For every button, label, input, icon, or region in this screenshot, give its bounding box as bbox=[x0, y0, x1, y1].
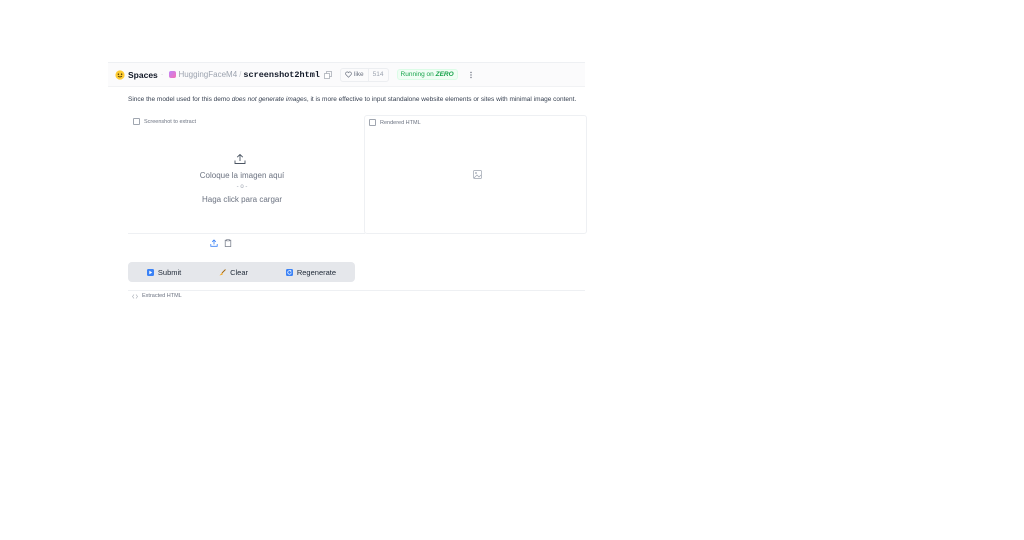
like-button[interactable]: like bbox=[341, 68, 369, 81]
extracted-html-label: Extracted HTML bbox=[132, 293, 182, 299]
image-placeholder-icon bbox=[473, 170, 482, 179]
description: Since the model used for this demo does … bbox=[128, 96, 576, 103]
like-widget: like 514 bbox=[339, 67, 389, 82]
spaces-link[interactable]: Spaces bbox=[128, 70, 158, 80]
description-text-start: Since the model used for this demo bbox=[128, 96, 232, 103]
clear-button[interactable]: Clear bbox=[219, 268, 248, 277]
image-dropzone[interactable]: Coloque la imagen aquí - o - Haga click … bbox=[128, 115, 365, 234]
hugging-face-logo-icon[interactable] bbox=[115, 69, 125, 80]
play-icon bbox=[146, 268, 154, 276]
clipboard-source-icon[interactable] bbox=[224, 239, 232, 247]
description-text-end: , it is more effective to input standalo… bbox=[306, 96, 577, 103]
space-header: Spaces · HuggingFaceM4 / screenshot2html… bbox=[108, 63, 585, 87]
heart-icon bbox=[345, 71, 352, 78]
clear-button-label: Clear bbox=[230, 267, 249, 277]
regenerate-button-label: Regenerate bbox=[296, 267, 337, 277]
upload-icon bbox=[234, 153, 246, 164]
space-name-link[interactable]: screenshot2html bbox=[243, 70, 320, 80]
submit-button-label: Submit bbox=[157, 267, 182, 277]
drop-text: Coloque la imagen aquí bbox=[199, 171, 285, 180]
owner-link[interactable]: HuggingFaceM4 bbox=[178, 70, 237, 79]
refresh-icon bbox=[285, 268, 293, 276]
code-icon bbox=[132, 293, 138, 299]
owner-avatar bbox=[169, 71, 177, 78]
input-source-toolbar bbox=[210, 239, 232, 247]
click-to-upload-text: Haga click para cargar bbox=[201, 195, 283, 204]
action-button-group: Submit Clear Regenerate bbox=[128, 262, 355, 282]
broom-icon bbox=[219, 268, 226, 275]
hardware-name: ZERO bbox=[435, 71, 454, 78]
upload-source-icon[interactable] bbox=[210, 239, 218, 247]
screenshot-input-panel: Screenshot to extract Coloque la imagen … bbox=[128, 115, 365, 235]
running-prefix: Running on bbox=[400, 71, 434, 78]
submit-button[interactable]: Submit bbox=[146, 267, 182, 277]
rendered-html-panel: Rendered HTML bbox=[364, 115, 587, 234]
rendered-html-label: Rendered HTML bbox=[369, 119, 421, 126]
description-emphasis: does not generate images bbox=[231, 96, 307, 103]
rendered-html-label-text: Rendered HTML bbox=[380, 119, 421, 126]
copy-icon[interactable] bbox=[324, 70, 332, 79]
more-options-icon[interactable] bbox=[467, 71, 475, 79]
like-label: like bbox=[353, 71, 364, 78]
image-icon bbox=[369, 119, 376, 126]
regenerate-button[interactable]: Regenerate bbox=[285, 267, 337, 277]
extracted-html-label-text: Extracted HTML bbox=[142, 293, 182, 299]
divider bbox=[128, 290, 585, 291]
space-frame: Spaces · HuggingFaceM4 / screenshot2html… bbox=[108, 62, 587, 302]
path-separator: / bbox=[239, 70, 242, 79]
divider: · bbox=[160, 70, 164, 79]
like-count[interactable]: 514 bbox=[369, 71, 388, 78]
running-status-badge[interactable]: Running on ZERO bbox=[396, 69, 458, 80]
or-separator: - o - bbox=[236, 184, 248, 190]
